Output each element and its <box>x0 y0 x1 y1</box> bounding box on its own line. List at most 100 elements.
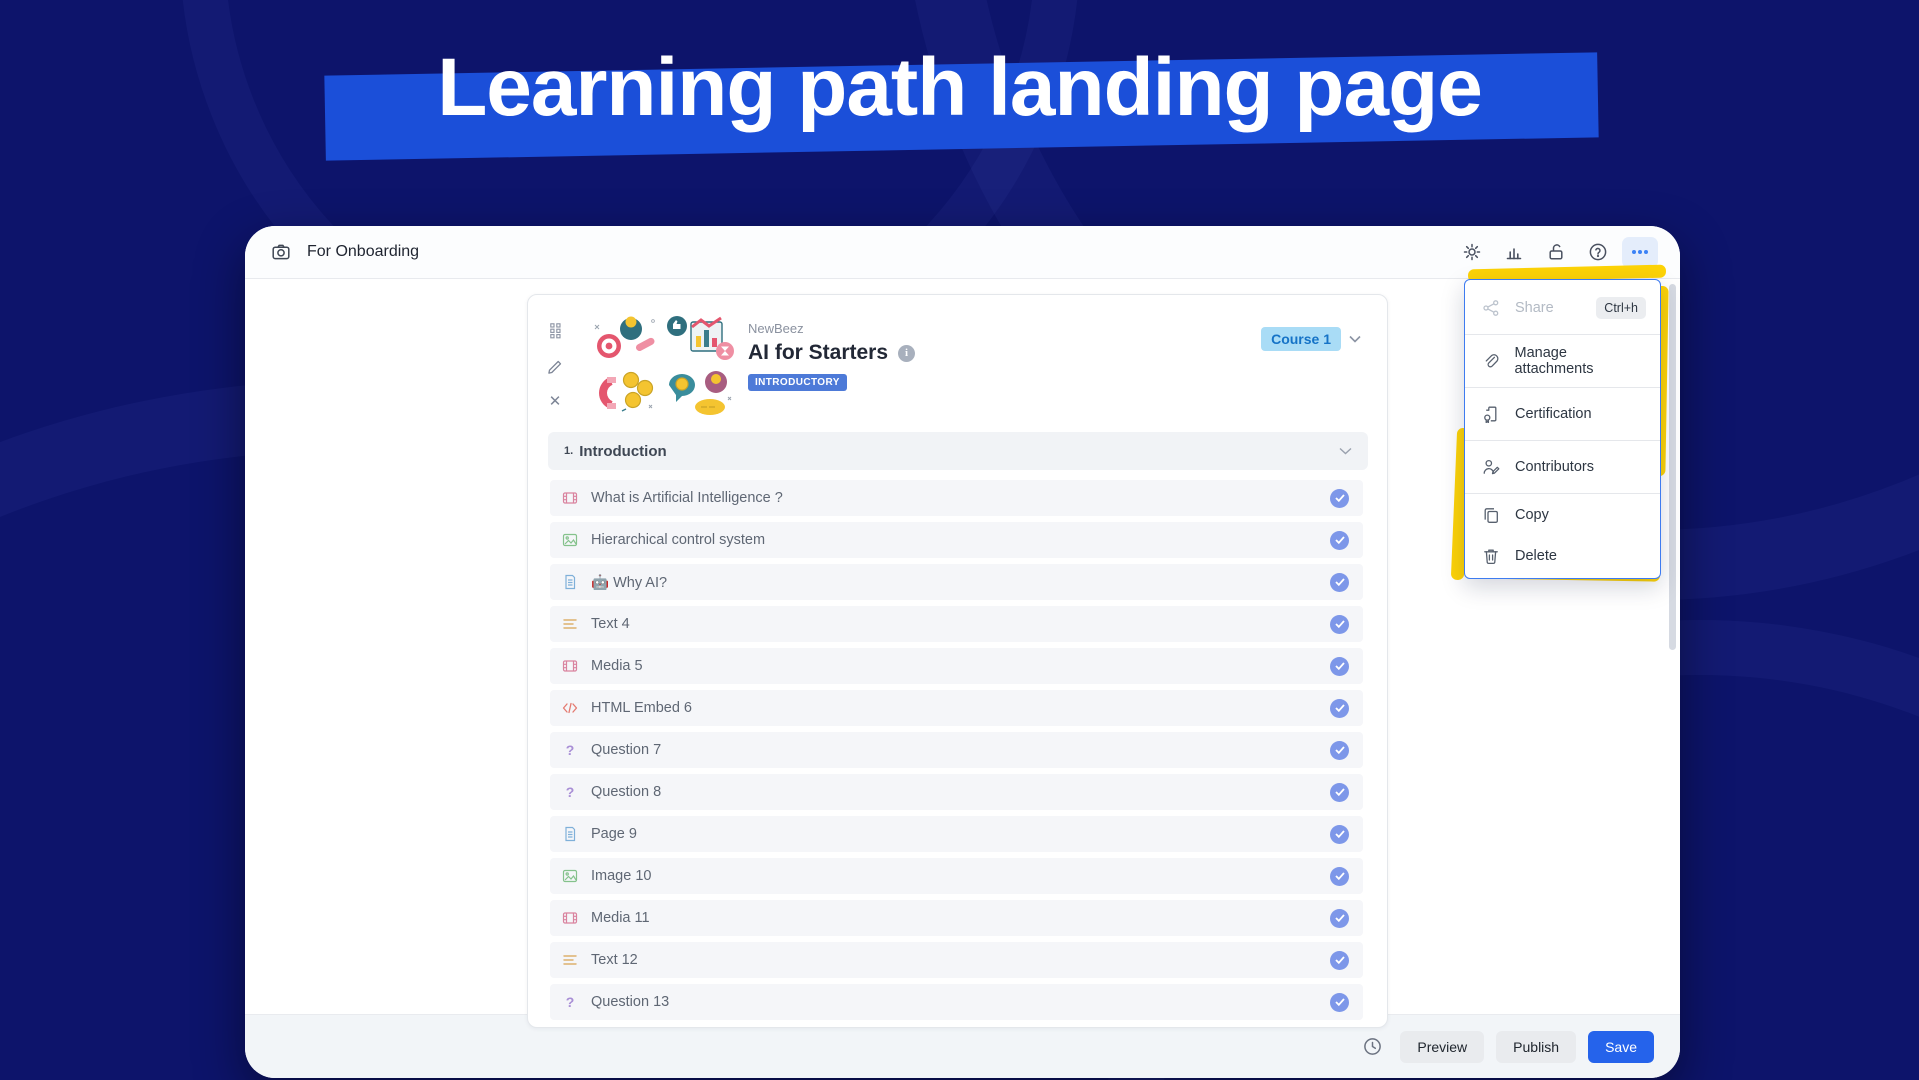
menu-item-copy[interactable]: Copy <box>1465 494 1660 535</box>
check-circle-icon[interactable] <box>1330 573 1349 592</box>
menu-item-contributors[interactable]: Contributors <box>1465 441 1660 493</box>
unlock-icon[interactable] <box>1538 237 1574 268</box>
course-header: ✕ <box>528 295 1387 435</box>
camera-icon[interactable] <box>271 242 291 262</box>
collage-image <box>589 367 661 418</box>
svg-text:?: ? <box>566 742 575 758</box>
lesson-row[interactable]: ? Question 13 <box>550 984 1363 1020</box>
collage-image <box>589 313 661 364</box>
menu-item-certification[interactable]: Certification <box>1465 388 1660 440</box>
menu-item-label: Copy <box>1515 507 1549 523</box>
drag-handle-icon[interactable] <box>550 323 561 339</box>
check-circle-icon[interactable] <box>1330 699 1349 718</box>
section-title: Introduction <box>579 443 666 460</box>
menu-item-share[interactable]: Share Ctrl+h <box>1465 282 1660 334</box>
check-circle-icon[interactable] <box>1330 741 1349 760</box>
lesson-row[interactable]: Image 10 <box>550 858 1363 894</box>
copy-icon <box>1482 506 1500 524</box>
publish-button[interactable]: Publish <box>1496 1031 1576 1063</box>
contributors-icon <box>1482 458 1500 476</box>
preview-button[interactable]: Preview <box>1400 1031 1484 1063</box>
chevron-down-icon[interactable] <box>1339 442 1352 460</box>
history-clock-icon[interactable] <box>1363 1037 1382 1056</box>
lesson-row[interactable]: 🤖 Why AI? <box>550 564 1363 600</box>
check-circle-icon[interactable] <box>1330 867 1349 886</box>
media-icon <box>562 910 578 926</box>
lesson-row[interactable]: Media 11 <box>550 900 1363 936</box>
lesson-label: 🤖 Why AI? <box>591 574 667 591</box>
page-icon <box>562 826 578 842</box>
lesson-label: Media 5 <box>591 658 643 674</box>
lesson-label: Text 12 <box>591 952 638 968</box>
lesson-row[interactable]: Text 4 <box>550 606 1363 642</box>
question-icon: ? <box>562 742 578 758</box>
check-circle-icon[interactable] <box>1330 825 1349 844</box>
check-circle-icon[interactable] <box>1330 909 1349 928</box>
scrollbar[interactable] <box>1669 284 1676 650</box>
lesson-label: Question 7 <box>591 742 661 758</box>
paperclip-icon <box>1482 352 1499 370</box>
text-icon <box>562 616 578 632</box>
lesson-row[interactable]: ? Question 7 <box>550 732 1363 768</box>
info-icon[interactable]: i <box>898 345 915 362</box>
lesson-list: What is Artificial Intelligence ? Hierar… <box>550 480 1363 1020</box>
course-title: AI for Starters <box>748 341 888 365</box>
lesson-row[interactable]: Hierarchical control system <box>550 522 1363 558</box>
check-circle-icon[interactable] <box>1330 951 1349 970</box>
course-badge: Course 1 <box>1261 327 1341 351</box>
menu-item-manage-attachments[interactable]: Manage attachments <box>1465 335 1660 387</box>
settings-icon[interactable] <box>1454 237 1490 268</box>
lesson-label: What is Artificial Intelligence ? <box>591 490 783 506</box>
collage-image <box>664 367 736 418</box>
lesson-label: Question 13 <box>591 994 669 1010</box>
lesson-label: Question 8 <box>591 784 661 800</box>
course-selector[interactable]: Course 1 <box>1261 327 1361 351</box>
more-options-menu: Share Ctrl+h Manage attachments Certific… <box>1464 279 1661 579</box>
lesson-row[interactable]: HTML Embed 6 <box>550 690 1363 726</box>
save-button[interactable]: Save <box>1588 1031 1654 1063</box>
course-thumbnail-collage <box>589 313 736 417</box>
help-icon[interactable] <box>1580 237 1616 268</box>
window-topbar: For Onboarding <box>245 226 1680 279</box>
question-icon: ? <box>562 994 578 1010</box>
lesson-label: Media 11 <box>591 910 650 926</box>
lesson-label: Image 10 <box>591 868 651 884</box>
menu-item-label: Certification <box>1515 406 1592 422</box>
trash-icon <box>1482 547 1500 565</box>
media-icon <box>562 490 578 506</box>
certificate-icon <box>1482 405 1500 423</box>
chevron-down-icon <box>1349 335 1361 343</box>
more-options-icon[interactable] <box>1622 237 1658 268</box>
check-circle-icon[interactable] <box>1330 489 1349 508</box>
image-icon <box>562 532 578 548</box>
check-circle-icon[interactable] <box>1330 783 1349 802</box>
level-badge: INTRODUCTORY <box>748 374 847 391</box>
lesson-row[interactable]: Media 5 <box>550 648 1363 684</box>
question-icon: ? <box>562 784 578 800</box>
check-circle-icon[interactable] <box>1330 531 1349 550</box>
lesson-row[interactable]: Page 9 <box>550 816 1363 852</box>
check-circle-icon[interactable] <box>1330 615 1349 634</box>
edit-pencil-icon[interactable] <box>548 359 563 374</box>
course-controls: ✕ <box>548 323 562 409</box>
menu-item-delete[interactable]: Delete <box>1465 535 1660 576</box>
close-icon[interactable]: ✕ <box>549 394 562 409</box>
analytics-icon[interactable] <box>1496 237 1532 268</box>
menu-item-label: Share <box>1515 300 1554 316</box>
page-icon <box>562 574 578 590</box>
lesson-row[interactable]: ? Question 8 <box>550 774 1363 810</box>
collage-image <box>664 313 736 364</box>
code-icon <box>562 700 578 716</box>
lesson-row[interactable]: What is Artificial Intelligence ? <box>550 480 1363 516</box>
check-circle-icon[interactable] <box>1330 993 1349 1012</box>
lesson-label: Text 4 <box>591 616 630 632</box>
share-icon <box>1482 299 1500 317</box>
lesson-label: HTML Embed 6 <box>591 700 692 716</box>
lesson-label: Page 9 <box>591 826 637 842</box>
check-circle-icon[interactable] <box>1330 657 1349 676</box>
section-header[interactable]: 1. Introduction <box>548 432 1368 470</box>
section-number: 1. <box>564 445 573 457</box>
lesson-row[interactable]: Text 12 <box>550 942 1363 978</box>
text-icon <box>562 952 578 968</box>
keyboard-shortcut-badge: Ctrl+h <box>1596 297 1646 319</box>
